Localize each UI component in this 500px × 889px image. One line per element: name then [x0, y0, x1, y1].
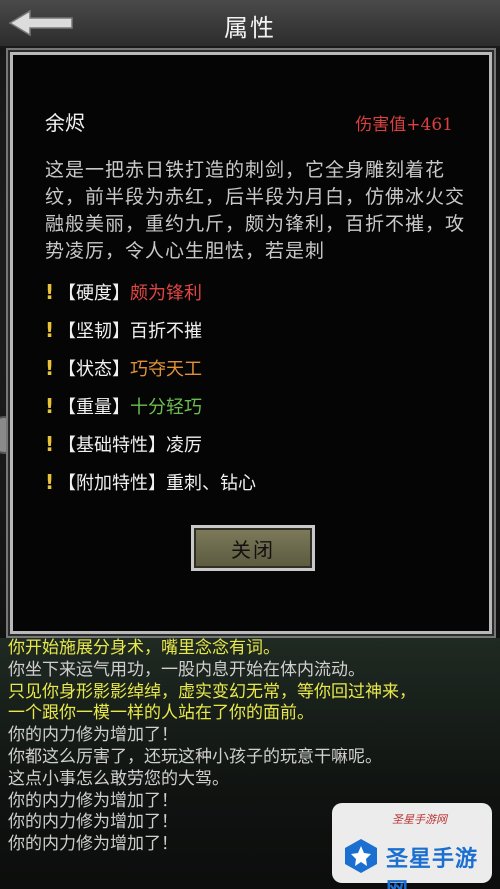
attribute-key: 【重量】 [58, 397, 130, 418]
attribute-row: ! 【硬度】 颇为锋利 [45, 273, 465, 311]
item-attribute-dialog: 余烬 伤害值+461 这是一把赤日铁打造的刺剑，它全身雕刻着花纹，前半段为赤红，… [10, 52, 492, 634]
log-line: 一个跟你一模一样的人站在了你的面前。 [8, 703, 314, 724]
exclamation-icon: ! [45, 470, 55, 494]
site-watermark: 圣星手游网 圣星手游网 [332, 803, 492, 889]
exclamation-icon: ! [45, 432, 55, 456]
log-line: 你开始施展分身术，嘴里念念有词。 [8, 638, 280, 658]
message-log: 你开始施展分身术，嘴里念念有词。 你坐下来运气用功，一股内息开始在体内流动。 只… [0, 638, 500, 889]
log-line: 你都这么厉害了，还玩这种小孩子的玩意干嘛呢。 [8, 746, 382, 767]
log-line: 这点小事怎么敢劳您的大驾。 [8, 768, 229, 789]
log-line: 你的内力修为增加了！ [8, 725, 178, 746]
damage-stat: 伤害值+461 [355, 110, 453, 135]
attribute-row: ! 【坚韧】 百折不摧 [45, 311, 465, 349]
attribute-row: ! 【附加特性】 重刺、钻心 [45, 463, 465, 501]
attribute-value: 十分轻巧 [130, 397, 202, 418]
attribute-row: ! 【重量】 十分轻巧 [45, 387, 465, 425]
attribute-value: 重刺、钻心 [166, 473, 256, 494]
attribute-key: 【坚韧】 [58, 321, 130, 342]
item-description: 这是一把赤日铁打造的刺剑，它全身雕刻着花纹，前半段为赤红，后半段为月白，仿佛冰火… [45, 159, 465, 262]
damage-value: 461 [420, 115, 453, 135]
log-line: 你坐下来运气用功，一股内息开始在体内流动。 [8, 659, 365, 680]
attribute-value: 巧夺天工 [130, 359, 202, 380]
page-title: 属性 [224, 14, 276, 42]
attribute-key: 【硬度】 [58, 283, 130, 304]
attribute-key: 【附加特性】 [58, 473, 166, 494]
star-logo-icon [345, 839, 377, 873]
top-bar: 属性 [0, 0, 500, 48]
exclamation-icon: ! [45, 356, 55, 380]
damage-label: 伤害值+ [355, 115, 421, 135]
attribute-value: 凌厉 [166, 435, 202, 456]
watermark-small-text: 圣星手游网 [392, 813, 447, 826]
attribute-row: ! 【基础特性】 凌厉 [45, 425, 465, 463]
attribute-list: ! 【硬度】 颇为锋利 ! 【坚韧】 百折不摧 ! 【状态】 巧夺天工 ! 【重… [45, 273, 465, 501]
attribute-row: ! 【状态】 巧夺天工 [45, 349, 465, 387]
attribute-value: 颇为锋利 [130, 283, 202, 304]
attribute-key: 【基础特性】 [58, 435, 166, 456]
attribute-value: 百折不摧 [130, 321, 202, 342]
item-name: 余烬 [45, 111, 85, 135]
log-line: 只见你身形影影绰绰，虚实变幻无常，等你回过神来， [8, 681, 416, 702]
exclamation-icon: ! [45, 318, 55, 342]
watermark-brand: 圣星手游网 [386, 847, 479, 889]
attribute-key: 【状态】 [58, 359, 130, 380]
exclamation-icon: ! [45, 394, 55, 418]
exclamation-icon: ! [45, 280, 55, 304]
close-button[interactable]: 关闭 [191, 525, 315, 571]
